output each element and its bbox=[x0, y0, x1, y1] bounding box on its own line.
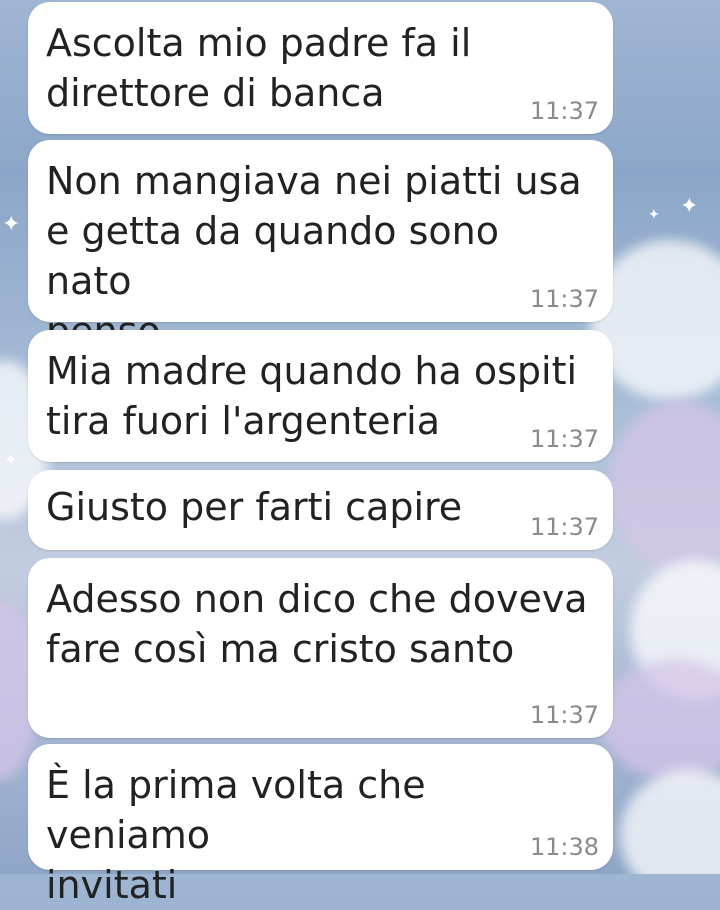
message-text: Mia madre quando ha ospiti tira fuori l'… bbox=[46, 349, 578, 443]
message-timestamp: 11:37 bbox=[529, 513, 599, 541]
message-bubble[interactable]: Giusto per farti capire 11:37 bbox=[28, 470, 613, 550]
message-text: Adesso non dico che doveva fare così ma … bbox=[46, 577, 588, 671]
message-timestamp: 11:38 bbox=[529, 833, 599, 861]
message-list[interactable]: Ascolta mio padre fa il direttore di ban… bbox=[0, 0, 720, 907]
message-bubble[interactable]: Non mangiava nei piatti usa e getta da q… bbox=[28, 140, 613, 353]
message-bubble[interactable]: Ascolta mio padre fa il direttore di ban… bbox=[28, 2, 613, 134]
message-bubble[interactable]: Mia madre quando ha ospiti tira fuori l'… bbox=[28, 330, 613, 462]
message-text: Non mangiava nei piatti usa e getta da q… bbox=[46, 159, 582, 353]
message-text: Giusto per farti capire bbox=[46, 485, 463, 529]
message-timestamp: 11:37 bbox=[529, 701, 599, 729]
message-timestamp: 11:37 bbox=[529, 97, 599, 125]
message-text: È la prima volta che veniamo invitati bbox=[46, 763, 426, 907]
message-text: Ascolta mio padre fa il direttore di ban… bbox=[46, 21, 472, 115]
message-bubble[interactable]: È la prima volta che veniamo invitati 11… bbox=[28, 744, 613, 907]
message-bubble[interactable]: Adesso non dico che doveva fare così ma … bbox=[28, 558, 613, 738]
message-timestamp: 11:37 bbox=[529, 285, 599, 313]
message-timestamp: 11:37 bbox=[529, 425, 599, 453]
